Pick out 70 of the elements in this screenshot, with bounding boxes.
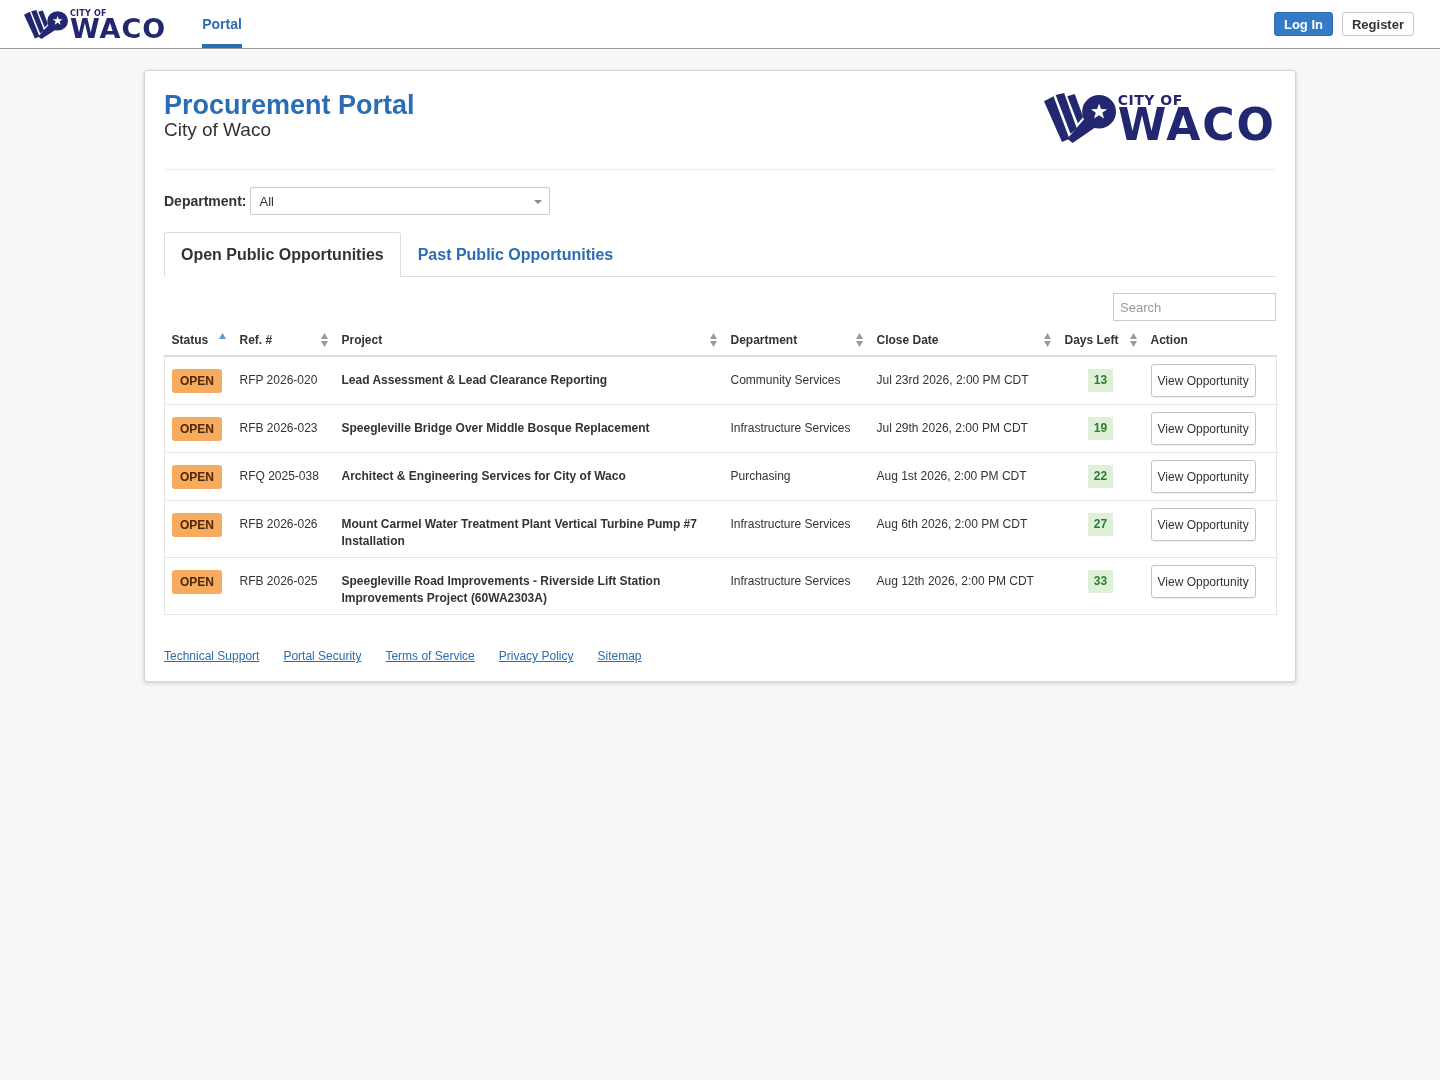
logo-tagline: CITY OF xyxy=(70,9,107,18)
nav-tab[interactable]: Portal xyxy=(202,0,242,48)
table-cell: RFQ 2025-038 xyxy=(232,452,335,501)
view-opportunity-button[interactable]: View Opportunity xyxy=(1150,508,1256,541)
sort-arrows-icon xyxy=(855,332,863,347)
status-badge: OPEN xyxy=(172,417,222,441)
table-cell: Jul 23rd 2026, 2:00 PM CDT xyxy=(869,356,1058,405)
table-cell: Speegleville Road Improvements - Riverside Lift Station Improvements Project (60WA2303A) xyxy=(334,557,724,615)
sort-arrows-icon xyxy=(320,332,328,347)
table-cell: Purchasing xyxy=(723,452,870,501)
logo-emblem-icon xyxy=(24,9,68,39)
logo-wordmark: WACO xyxy=(70,17,167,39)
footer-link[interactable]: Technical Support xyxy=(164,649,260,663)
column-header[interactable]: Days Left xyxy=(1057,324,1144,356)
sort-arrows-icon xyxy=(709,332,717,347)
logo-wordmark: WACO xyxy=(1117,107,1276,143)
column-header: Action xyxy=(1143,324,1277,356)
view-opportunity-button[interactable]: View Opportunity xyxy=(1150,460,1256,493)
tab[interactable]: Past Public Opportunities xyxy=(400,232,631,277)
table-cell: Aug 1st 2026, 2:00 PM CDT xyxy=(869,452,1058,501)
table-cell: RFB 2026-026 xyxy=(232,500,335,558)
column-header[interactable]: Project xyxy=(334,324,724,356)
table-cell: Mount Carmel Water Treatment Plant Vertical Turbine Pump #7 Installation xyxy=(334,500,724,558)
login-button[interactable]: Log In xyxy=(1273,12,1333,36)
footer-link[interactable]: Privacy Policy xyxy=(498,649,574,663)
table-cell: Speegleville Bridge Over Middle Bosque Replacement xyxy=(334,404,724,453)
column-header[interactable]: Department xyxy=(723,324,870,356)
status-badge: OPEN xyxy=(172,570,222,594)
table-cell: RFB 2026-023 xyxy=(232,404,335,453)
logo-emblem-icon xyxy=(1043,93,1116,143)
sort-arrows-icon xyxy=(1043,332,1051,347)
table-cell: Jul 29th 2026, 2:00 PM CDT xyxy=(869,404,1058,453)
caret-icon xyxy=(534,200,543,204)
field-label: Department: xyxy=(164,193,247,209)
view-opportunity-button[interactable]: View Opportunity xyxy=(1150,364,1256,397)
days-left-badge: 19 xyxy=(1087,417,1114,440)
table-cell: Infrastructure Services xyxy=(723,500,870,558)
table-cell: Infrastructure Services xyxy=(723,404,870,453)
view-opportunity-button[interactable]: View Opportunity xyxy=(1150,412,1256,445)
page-title: Procurement Portal xyxy=(164,90,415,120)
table-cell: Infrastructure Services xyxy=(723,557,870,615)
footer-link[interactable]: Terms of Service xyxy=(385,649,475,663)
column-header[interactable]: Ref. # xyxy=(232,324,335,356)
column-header[interactable]: Status xyxy=(164,324,233,356)
department-select[interactable]: All xyxy=(250,187,551,215)
days-left-badge: 22 xyxy=(1087,465,1114,488)
table-cell: Architect & Engineering Services for City of Waco xyxy=(334,452,724,501)
status-badge: OPEN xyxy=(172,465,222,489)
column-header[interactable]: Close Date xyxy=(869,324,1058,356)
table-cell: RFB 2026-025 xyxy=(232,557,335,615)
register-button[interactable]: Register xyxy=(1341,12,1414,36)
sort-arrows-icon xyxy=(1129,332,1137,347)
search-field[interactable]: Search xyxy=(1113,293,1276,321)
footer-link[interactable]: Sitemap xyxy=(597,649,642,663)
days-left-badge: 27 xyxy=(1087,513,1114,536)
days-left-badge: 13 xyxy=(1087,369,1114,392)
table-cell: Aug 12th 2026, 2:00 PM CDT xyxy=(869,557,1058,615)
status-badge: OPEN xyxy=(172,369,222,393)
tab[interactable]: Open Public Opportunities xyxy=(164,232,401,277)
view-opportunity-button[interactable]: View Opportunity xyxy=(1150,565,1256,598)
sort-ascending-icon xyxy=(218,332,226,339)
days-left-badge: 33 xyxy=(1087,570,1114,593)
table-cell: Community Services xyxy=(723,356,870,405)
table-cell: Aug 6th 2026, 2:00 PM CDT xyxy=(869,500,1058,558)
footer-link[interactable]: Portal Security xyxy=(283,649,362,663)
page-subtitle: City of Waco xyxy=(164,120,272,140)
table-cell: RFP 2026-020 xyxy=(232,356,335,405)
table-cell: Lead Assessment & Lead Clearance Reporting xyxy=(334,356,724,405)
status-badge: OPEN xyxy=(172,513,222,537)
logo-tagline: CITY OF xyxy=(1117,93,1183,107)
